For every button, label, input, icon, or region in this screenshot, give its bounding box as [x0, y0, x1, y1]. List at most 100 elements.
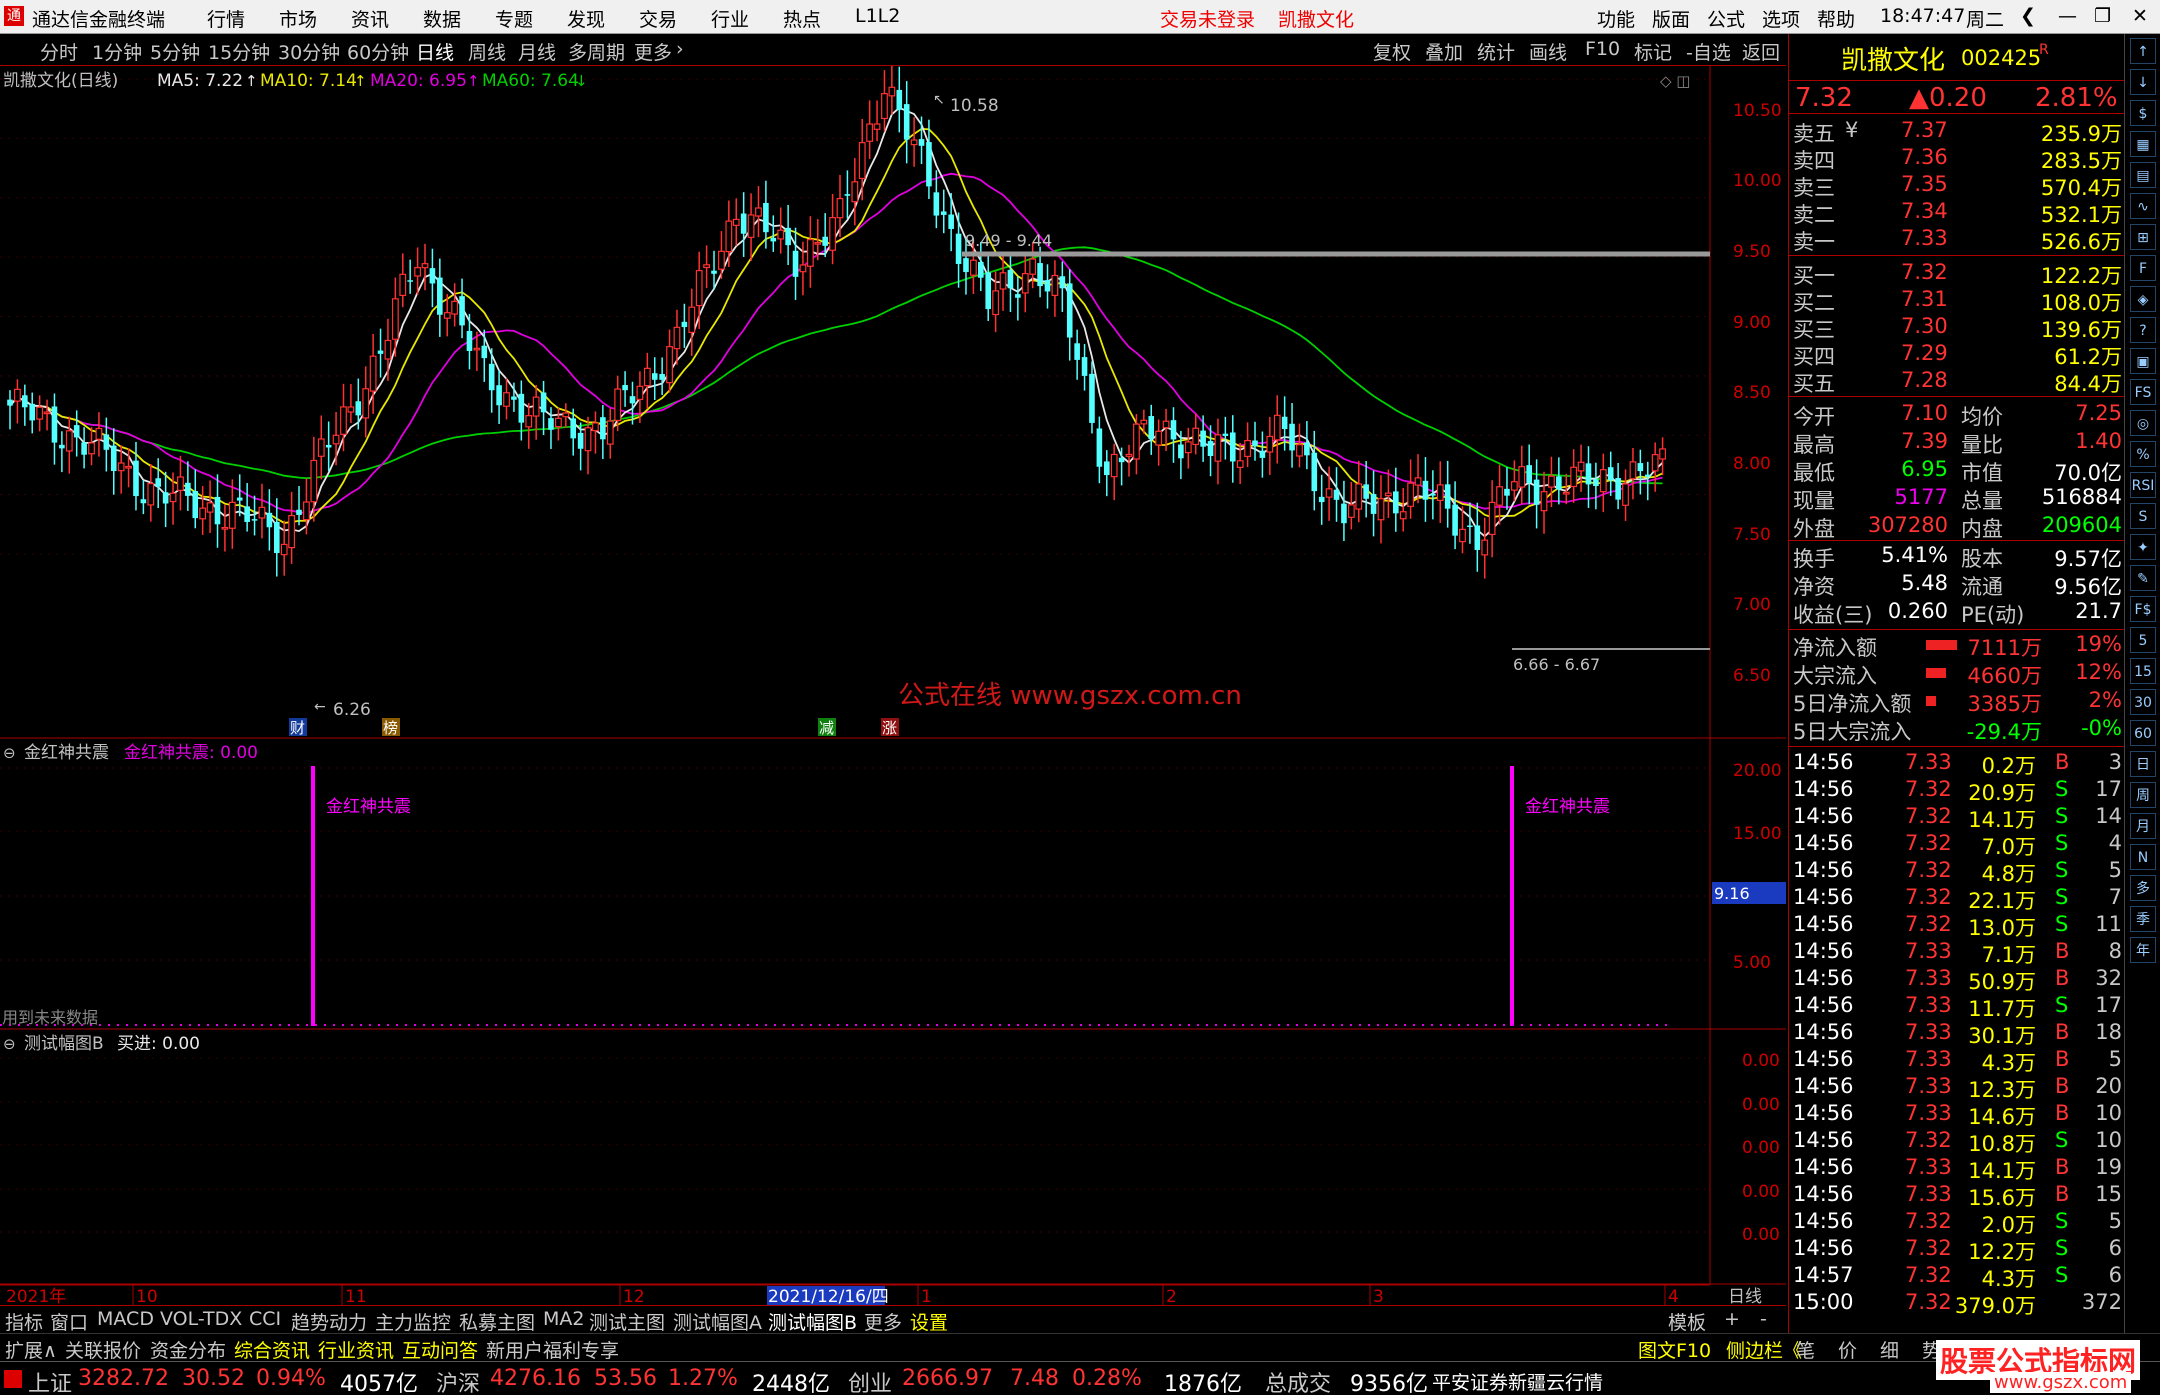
side-tool-icon[interactable]: 季	[2130, 906, 2156, 932]
period-fenshi[interactable]: 分时	[40, 38, 78, 65]
menu-shichang[interactable]: 市场	[279, 5, 317, 32]
period-5min[interactable]: 5分钟	[150, 38, 200, 65]
tool-zixuan[interactable]: -自选	[1686, 38, 1731, 65]
tab-chuangkou[interactable]: 窗口	[50, 1308, 88, 1335]
tool-fuquan[interactable]: 复权	[1373, 38, 1411, 65]
side-tool-icon[interactable]: ✎	[2130, 565, 2156, 591]
tab-simu[interactable]: 私募主图	[459, 1308, 535, 1335]
side-tool-icon[interactable]: ▦	[2130, 131, 2156, 157]
ext-news[interactable]: 综合资讯	[234, 1336, 310, 1363]
menu-bangzhu[interactable]: 帮助	[1817, 5, 1855, 32]
side-tool-icon[interactable]: RSI	[2130, 472, 2156, 498]
side-tool-icon[interactable]: ◈	[2130, 286, 2156, 312]
trade-status[interactable]: 交易未登录	[1160, 5, 1255, 32]
menu-banmian[interactable]: 版面	[1652, 5, 1690, 32]
side-tool-icon[interactable]: 5	[2130, 627, 2156, 653]
tab-template[interactable]: 模板	[1668, 1308, 1706, 1335]
menu-gongshi[interactable]: 公式	[1707, 5, 1745, 32]
side-tool-icon[interactable]: ✦	[2130, 534, 2156, 560]
ext-newuser[interactable]: 新用户福利专享	[486, 1336, 619, 1363]
side-tool-icon[interactable]: S	[2130, 503, 2156, 529]
side-tool-icon[interactable]: ▤	[2130, 162, 2156, 188]
tab-vol-tdx[interactable]: VOL-TDX	[160, 1308, 242, 1330]
chevron-right-icon[interactable]: ›	[676, 38, 684, 60]
restore-icon[interactable]: ❐	[2094, 5, 2111, 27]
period-monthly[interactable]: 月线	[518, 38, 556, 65]
event-markers[interactable]: 财 榜 减 涨	[289, 718, 899, 737]
ext-industry-news[interactable]: 行业资讯	[318, 1336, 394, 1363]
side-tool-icon[interactable]: 日	[2130, 751, 2156, 777]
tab-zhuli[interactable]: 主力监控	[375, 1308, 451, 1335]
tool-biaoji[interactable]: 标记	[1634, 38, 1672, 65]
tool-huaxian[interactable]: 画线	[1529, 38, 1567, 65]
menu-redian[interactable]: 热点	[783, 5, 821, 32]
marker-cai[interactable]: 财	[290, 719, 305, 737]
side-tool-icon[interactable]: F	[2130, 255, 2156, 281]
tool-diejia[interactable]: 叠加	[1425, 38, 1463, 65]
menu-shuju[interactable]: 数据	[423, 5, 461, 32]
idx-hs-name[interactable]: 沪深	[436, 1366, 480, 1395]
zoom-in-button[interactable]: +	[1724, 1308, 1740, 1330]
side-tool-icon[interactable]: ⊞	[2130, 224, 2156, 250]
ind2-name[interactable]: 测试幅图B	[24, 1034, 104, 1054]
candlesticks[interactable]	[7, 66, 1666, 579]
side-tool-icon[interactable]: F$	[2130, 596, 2156, 622]
period-30min[interactable]: 30分钟	[278, 38, 340, 65]
menu-jiaoyi[interactable]: 交易	[639, 5, 677, 32]
ext-sidebar[interactable]: 侧边栏《	[1726, 1336, 1802, 1363]
ext-xi[interactable]: 细	[1880, 1336, 1899, 1363]
period-15min[interactable]: 15分钟	[208, 38, 270, 65]
tab-qushi[interactable]: 趋势动力	[291, 1308, 367, 1335]
side-tool-icon[interactable]: ◎	[2130, 410, 2156, 436]
idx-cy-name[interactable]: 创业	[848, 1366, 892, 1395]
tool-tongji[interactable]: 统计	[1477, 38, 1515, 65]
side-tool-icon[interactable]: ↑	[2130, 38, 2156, 64]
ext-fund-dist[interactable]: 资金分布	[150, 1336, 226, 1363]
tab-settings[interactable]: 设置	[910, 1308, 948, 1335]
side-tool-icon[interactable]: %	[2130, 441, 2156, 467]
side-tool-icon[interactable]: ?	[2130, 317, 2156, 343]
ext-jia[interactable]: 价	[1838, 1336, 1857, 1363]
period-more[interactable]: 更多	[634, 38, 672, 65]
side-tool-icon[interactable]: ▣	[2130, 348, 2156, 374]
side-tool-icon[interactable]: 30	[2130, 689, 2156, 715]
ext-bi[interactable]: 笔	[1796, 1336, 1815, 1363]
menu-hangqing[interactable]: 行情	[207, 5, 245, 32]
period-daily[interactable]: 日线	[416, 38, 454, 65]
chart-settings-icon[interactable]: ◇ ◫	[1660, 72, 1690, 90]
period-multi[interactable]: 多周期	[568, 38, 625, 65]
side-tool-icon[interactable]: FS	[2130, 379, 2156, 405]
tab-zhibiao[interactable]: 指标	[5, 1308, 43, 1335]
close-icon[interactable]: ✕	[2132, 5, 2148, 27]
period-1min[interactable]: 1分钟	[92, 38, 142, 65]
menu-zhuanti[interactable]: 专题	[495, 5, 533, 32]
side-tool-icon[interactable]: $	[2130, 100, 2156, 126]
side-tool-icon[interactable]: 月	[2130, 813, 2156, 839]
menu-zixun[interactable]: 资讯	[351, 5, 389, 32]
side-tool-icon[interactable]: 60	[2130, 720, 2156, 746]
zoom-out-button[interactable]: -	[1760, 1308, 1767, 1330]
ind1-name[interactable]: 金红神共震	[24, 743, 109, 763]
menu-hangye[interactable]: 行业	[711, 5, 749, 32]
menu-gongneng[interactable]: 功能	[1597, 5, 1635, 32]
ext-related-quote[interactable]: 关联报价	[65, 1336, 141, 1363]
marker-zhang[interactable]: 涨	[882, 719, 897, 737]
tab-ceshizhutu[interactable]: 测试主图	[589, 1308, 665, 1335]
tab-cci[interactable]: CCI	[249, 1308, 281, 1330]
tool-f10[interactable]: F10	[1585, 38, 1620, 60]
period-weekly[interactable]: 周线	[468, 38, 506, 65]
menu-l1l2[interactable]: L1L2	[855, 5, 900, 27]
ext-expand[interactable]: 扩展∧	[5, 1336, 57, 1363]
ext-qa[interactable]: 互动问答	[402, 1336, 478, 1363]
side-tool-icon[interactable]: N	[2130, 844, 2156, 870]
idx-sh-name[interactable]: 上证	[28, 1366, 72, 1395]
marker-jian[interactable]: 减	[819, 719, 834, 737]
side-tool-icon[interactable]: 年	[2130, 937, 2156, 963]
side-tool-icon[interactable]: ↓	[2130, 69, 2156, 95]
ext-f10[interactable]: 图文F10	[1638, 1336, 1711, 1363]
side-tool-icon[interactable]: 多	[2130, 875, 2156, 901]
side-tool-icon[interactable]: 15	[2130, 658, 2156, 684]
period-60min[interactable]: 60分钟	[347, 38, 409, 65]
ind2-collapse-icon[interactable]: ⊖	[3, 1035, 16, 1053]
tab-more[interactable]: 更多	[864, 1308, 902, 1335]
